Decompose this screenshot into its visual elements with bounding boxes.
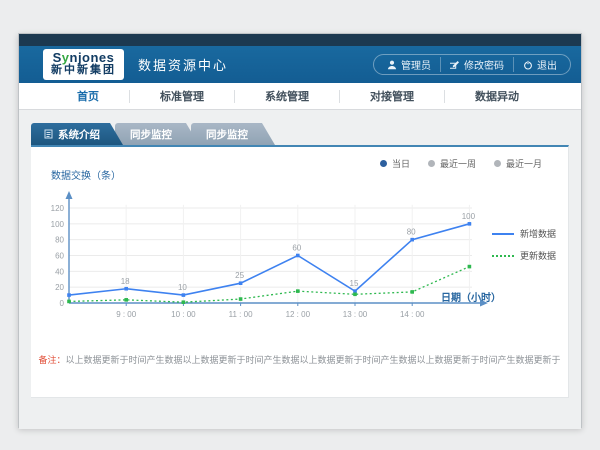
main-nav: 首页 标准管理 系统管理 对接管理 数据异动 — [19, 83, 581, 110]
user-toolbar: 管理员 修改密码 退出 — [373, 54, 571, 75]
svg-text:14 : 00: 14 : 00 — [400, 310, 425, 319]
radio-dot — [380, 160, 387, 167]
logo-text-cn: 新中新集团 — [51, 65, 116, 77]
logout-button[interactable]: 退出 — [513, 57, 566, 72]
power-icon — [523, 60, 533, 70]
svg-text:25: 25 — [235, 271, 244, 280]
svg-text:9 : 00: 9 : 00 — [116, 310, 137, 319]
tab-bar: 系统介绍 同步监控 同步监控 — [31, 123, 581, 145]
svg-text:15: 15 — [350, 279, 359, 288]
time-range-filters: 当日 最近一周 最近一月 — [380, 157, 542, 170]
user-icon — [387, 60, 397, 70]
legend-updated-data[interactable]: 更新数据 — [492, 249, 556, 262]
series-legend: 新增数据 更新数据 — [492, 227, 556, 262]
svg-text:18: 18 — [121, 277, 130, 286]
current-user-button[interactable]: 管理员 — [378, 57, 440, 72]
tab-sync-monitor-2[interactable]: 同步监控 — [191, 123, 275, 145]
document-icon — [44, 129, 53, 139]
x-axis-title: 日期（小时） — [441, 289, 501, 304]
svg-text:60: 60 — [292, 244, 301, 253]
nav-item-interface-mgmt[interactable]: 对接管理 — [340, 88, 444, 104]
footer-note: 备注：以上数据更新于时间产生数据以上数据更新于时间产生数据以上数据更新于时间产生… — [31, 353, 568, 366]
legend-new-data[interactable]: 新增数据 — [492, 227, 556, 240]
svg-text:10 : 00: 10 : 00 — [171, 310, 196, 319]
svg-text:80: 80 — [55, 236, 64, 245]
note-text: 以上数据更新于时间产生数据以上数据更新于时间产生数据以上数据更新于时间产生数据以… — [66, 355, 561, 365]
window-top-strip — [19, 34, 581, 46]
nav-item-standard-mgmt[interactable]: 标准管理 — [130, 88, 234, 104]
svg-text:40: 40 — [55, 267, 64, 276]
filter-last-month[interactable]: 最近一月 — [494, 157, 542, 170]
edit-icon — [450, 60, 460, 70]
svg-text:10: 10 — [178, 283, 187, 292]
content-area: 系统介绍 同步监控 同步监控 当日 最近一周 — [19, 110, 581, 429]
y-axis-title: 数据交换（条） — [51, 167, 121, 182]
svg-text:20: 20 — [55, 283, 64, 292]
tab-system-intro[interactable]: 系统介绍 — [31, 123, 123, 145]
solid-line-swatch — [492, 233, 514, 235]
logo-text-en: Synjones — [51, 51, 116, 65]
nav-item-home[interactable]: 首页 — [47, 88, 129, 104]
change-password-button[interactable]: 修改密码 — [440, 57, 513, 72]
svg-text:11 : 00: 11 : 00 — [229, 310, 253, 319]
svg-text:100: 100 — [51, 220, 65, 229]
note-label: 备注： — [38, 355, 65, 365]
chart-panel: 当日 最近一周 最近一月 数据交换（条） 0 20 40 60 80 100 120 9 : … — [31, 145, 569, 398]
app-header: Synjones 新中新集团 数据资源中心 管理员 修改密码 退出 — [19, 46, 581, 83]
nav-item-data-change[interactable]: 数据异动 — [445, 88, 549, 104]
dotted-line-swatch — [492, 255, 514, 257]
svg-text:13 : 00: 13 : 00 — [343, 310, 368, 319]
page-title: 数据资源中心 — [138, 55, 228, 74]
app-window: Synjones 新中新集团 数据资源中心 管理员 修改密码 退出 首页 标准管… — [18, 33, 582, 428]
nav-item-system-mgmt[interactable]: 系统管理 — [235, 88, 339, 104]
svg-text:80: 80 — [407, 228, 416, 237]
svg-text:100: 100 — [462, 212, 476, 221]
svg-text:12 : 00: 12 : 00 — [286, 310, 311, 319]
tab-sync-monitor-1[interactable]: 同步监控 — [115, 123, 199, 145]
company-logo: Synjones 新中新集团 — [43, 49, 124, 79]
radio-dot — [428, 160, 435, 167]
filter-last-week[interactable]: 最近一周 — [428, 157, 476, 170]
svg-text:120: 120 — [51, 204, 65, 213]
svg-text:60: 60 — [55, 252, 64, 261]
svg-text:0: 0 — [60, 299, 65, 308]
filter-today[interactable]: 当日 — [380, 157, 410, 170]
radio-dot — [494, 160, 501, 167]
